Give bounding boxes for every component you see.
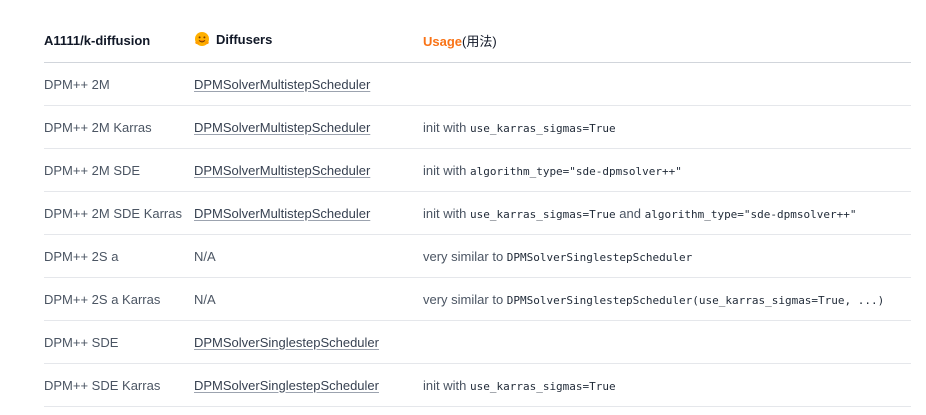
usage-text: init with <box>423 119 470 135</box>
usage-code: algorithm_type="sde-dpmsolver++" <box>469 164 682 178</box>
diffusers-scheduler-link[interactable]: DPMSolverSinglestepScheduler <box>194 378 379 393</box>
usage-text: init with <box>423 377 470 393</box>
usage-text: and <box>615 205 645 221</box>
scheduler-mapping-table: A1111/k-diffusion Diffusers Usage(用法) DP… <box>44 19 911 407</box>
a1111-sampler-name: DPM++ 2M SDE Karras <box>44 191 194 235</box>
diffusers-cell: DPMSolverSinglestepScheduler <box>194 363 423 407</box>
table-row: DPM++ 2M Karras DPMSolverMultistepSchedul… <box>44 105 911 149</box>
table-row: DPM++ 2M DPMSolverMultistepScheduler <box>44 62 911 106</box>
diffusers-not-available: N/A <box>194 291 216 307</box>
table-row: DPM++ SDE DPMSolverSinglestepScheduler <box>44 320 911 364</box>
diffusers-cell: DPMSolverSinglestepScheduler <box>194 320 423 364</box>
a1111-sampler-name: DPM++ SDE <box>44 320 194 364</box>
table-row: DPM++ 2M SDE Karras DPMSolverMultistepSch… <box>44 191 911 235</box>
table-row: DPM++ 2S a Karras N/A very similar to DPMS… <box>44 277 911 321</box>
header-diffusers: Diffusers <box>194 19 423 63</box>
diffusers-cell: DPMSolverMultistepScheduler <box>194 191 423 235</box>
usage-text: init with <box>423 205 470 221</box>
header-usage: Usage(用法) <box>423 19 911 63</box>
diffusers-cell: DPMSolverMultistepScheduler <box>194 148 423 192</box>
usage-code: DPMSolverSinglestepScheduler <box>506 250 693 264</box>
a1111-sampler-name: DPM++ 2M SDE <box>44 148 194 192</box>
usage-code: algorithm_type="sde-dpmsolver++" <box>644 207 857 221</box>
hugging-face-icon <box>194 31 210 50</box>
a1111-sampler-name: DPM++ 2S a <box>44 234 194 278</box>
usage-cell: init with use_karras_sigmas=True <box>423 105 911 149</box>
diffusers-scheduler-link[interactable]: DPMSolverMultistepScheduler <box>194 163 370 178</box>
diffusers-cell: N/A <box>194 234 423 278</box>
header-usage-word: Usage <box>423 34 463 49</box>
usage-cell: init with use_karras_sigmas=True <box>423 363 911 407</box>
table-body: DPM++ 2M DPMSolverMultistepScheduler DPM++… <box>44 62 911 407</box>
diffusers-scheduler-link[interactable]: DPMSolverMultistepScheduler <box>194 77 370 92</box>
a1111-sampler-name: DPM++ 2M Karras <box>44 105 194 149</box>
a1111-sampler-name: DPM++ 2M <box>44 62 194 106</box>
diffusers-cell: DPMSolverMultistepScheduler <box>194 62 423 106</box>
table-header-row: A1111/k-diffusion Diffusers Usage(用法) <box>44 19 911 63</box>
usage-text: very similar to <box>423 291 507 307</box>
usage-cell: very similar to DPMSolverSinglestepSched… <box>423 234 911 278</box>
table-row: DPM++ 2S a N/A very similar to DPMSolverSi… <box>44 234 911 278</box>
a1111-sampler-name: DPM++ 2S a Karras <box>44 277 194 321</box>
diffusers-scheduler-link[interactable]: DPMSolverMultistepScheduler <box>194 120 370 135</box>
diffusers-cell: DPMSolverMultistepScheduler <box>194 105 423 149</box>
usage-cell <box>423 62 911 106</box>
usage-code: use_karras_sigmas=True <box>469 207 616 221</box>
header-diffusers-label: Diffusers <box>216 32 273 47</box>
usage-code: use_karras_sigmas=True <box>469 379 616 393</box>
diffusers-scheduler-link[interactable]: DPMSolverSinglestepScheduler <box>194 335 379 350</box>
diffusers-not-available: N/A <box>194 248 216 264</box>
a1111-sampler-name: DPM++ SDE Karras <box>44 363 194 407</box>
diffusers-scheduler-link[interactable]: DPMSolverMultistepScheduler <box>194 206 370 221</box>
usage-cell: init with algorithm_type="sde-dpmsolver+… <box>423 148 911 192</box>
header-usage-suffix: (用法) <box>462 34 497 49</box>
usage-text: very similar to <box>423 248 507 264</box>
usage-code: DPMSolverSinglestepScheduler(use_karras_… <box>506 293 885 307</box>
usage-cell <box>423 320 911 364</box>
table-row: DPM++ SDE Karras DPMSolverSinglestepSched… <box>44 363 911 407</box>
page: A1111/k-diffusion Diffusers Usage(用法) DP… <box>0 0 926 415</box>
usage-cell: init with use_karras_sigmas=True and alg… <box>423 191 911 235</box>
header-a1111: A1111/k-diffusion <box>44 19 194 63</box>
usage-code: use_karras_sigmas=True <box>469 121 616 135</box>
table-row: DPM++ 2M SDE DPMSolverMultistepScheduler i… <box>44 148 911 192</box>
usage-cell: very similar to DPMSolverSinglestepSched… <box>423 277 911 321</box>
diffusers-cell: N/A <box>194 277 423 321</box>
usage-text: init with <box>423 162 470 178</box>
